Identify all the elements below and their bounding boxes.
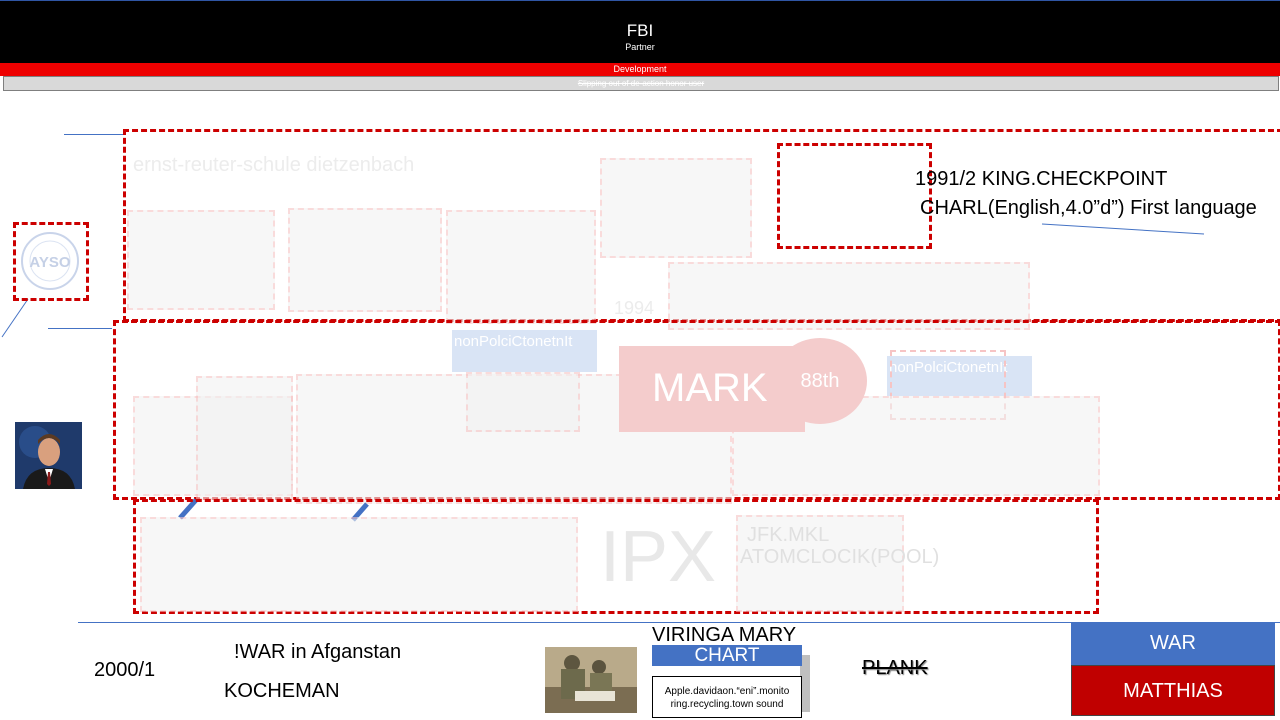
jfk-line-2: ATOMCLOCIK(POOL): [740, 546, 940, 568]
connector-line: [48, 328, 112, 329]
faded-photo: [127, 210, 275, 310]
seal-frame: AYSO: [13, 222, 89, 301]
faded-photo: [446, 210, 596, 324]
title-header: FBI Partner: [0, 0, 1280, 63]
school-label: ernst-reuter-schule dietzenbach: [133, 154, 415, 176]
notes-line-2: CHARL(English,4.0”d”) First language: [920, 197, 1257, 219]
war-afganstan-label: !WAR in Afganstan: [234, 641, 402, 663]
connector-line: [64, 134, 124, 135]
mark-badge: 88th: [773, 338, 867, 424]
faded-photo: [140, 517, 578, 612]
faded-photo: [466, 372, 580, 432]
faded-photo: [196, 376, 293, 500]
development-bar: Development: [0, 63, 1280, 76]
header-title: FBI: [626, 21, 654, 40]
soldiers-photo: [545, 647, 637, 713]
plank-label: PLANK: [862, 657, 928, 679]
ipx-label: IPX: [600, 517, 717, 597]
highlight-frame: [777, 143, 932, 249]
chart-button[interactable]: CHART: [652, 645, 802, 666]
mark-label: MARK: [652, 366, 768, 410]
seal-icon: AYSO: [21, 232, 79, 290]
content-tag-left: nonPolciCtonetnIt: [452, 330, 597, 372]
mark-badge-label: 88th: [800, 370, 840, 392]
faded-photo: [600, 158, 752, 258]
year-label: 2000/1: [94, 659, 156, 681]
ghost-year: 1994: [614, 298, 655, 318]
kocheman-label: KOCHEMAN: [224, 680, 340, 702]
matthias-button[interactable]: MATTHIAS: [1071, 665, 1275, 716]
jfk-line-1: JFK.MKL: [747, 524, 830, 546]
notes-line-1: 1991/2 KING.CHECKPOINT: [915, 168, 1168, 190]
viringa-label: VIRINGA MARY: [652, 624, 797, 646]
faded-photo: [288, 208, 442, 312]
portrait-photo: [15, 422, 82, 489]
header-subtitle: Partner: [625, 42, 655, 52]
war-button[interactable]: WAR: [1071, 622, 1275, 665]
grey-status-bar: Slipping out of de-action honor user: [3, 76, 1279, 91]
apple-note-box: Apple.davidaon.“eni”.monito ring.recycli…: [652, 676, 802, 718]
apple-note-line-1: Apple.davidaon.“eni”.monito: [664, 686, 790, 697]
svg-text:AYSO: AYSO: [29, 254, 70, 271]
apple-note-line-2: ring.recycling.town sound: [670, 699, 784, 710]
